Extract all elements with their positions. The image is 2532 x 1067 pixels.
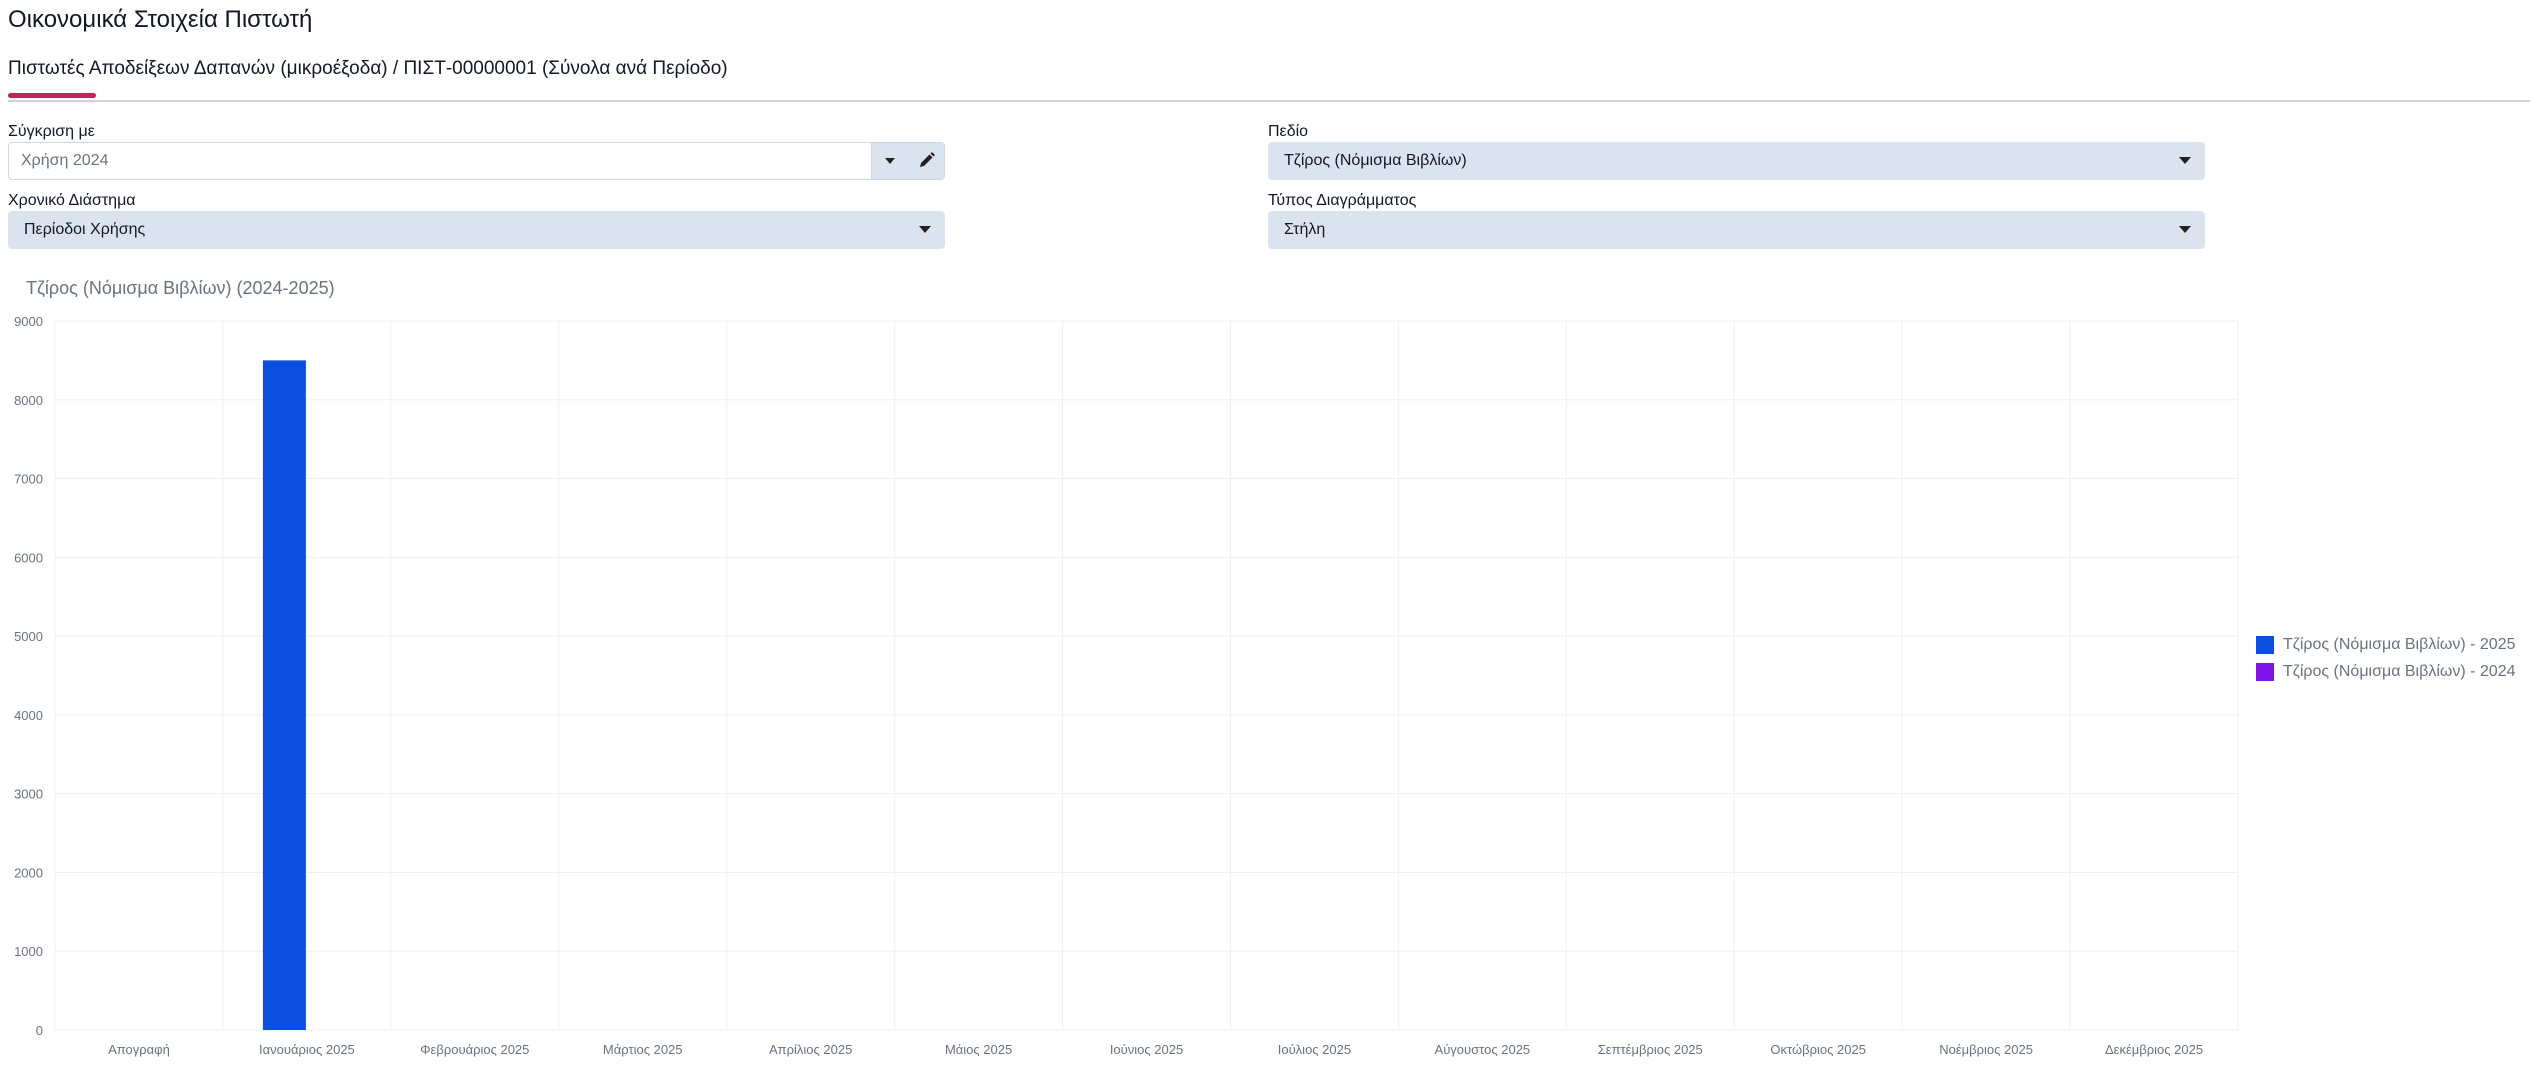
chevron-down-icon xyxy=(2179,226,2191,233)
period-label: Χρονικό Διάστημα xyxy=(8,192,136,209)
x-tick-label: Αύγουστος 2025 xyxy=(1435,1042,1531,1057)
chart-type-select[interactable]: Στήλη xyxy=(1268,211,2205,249)
compare-input[interactable] xyxy=(9,143,869,179)
legend-label-2025: Τζίρος (Νόμισμα Βιβλίων) - 2025 xyxy=(2283,636,2516,653)
compare-edit-button[interactable] xyxy=(908,143,944,179)
pencil-icon xyxy=(920,152,935,167)
active-tab-indicator xyxy=(8,93,96,98)
y-tick-label: 9000 xyxy=(14,314,43,329)
x-tick-label: Ιούλιος 2025 xyxy=(1278,1042,1351,1057)
y-tick-label: 8000 xyxy=(14,393,43,408)
y-tick-label: 5000 xyxy=(14,629,43,644)
chart-type-label: Τύπος Διαγράμματος xyxy=(1268,192,1417,209)
x-tick-label: Ιανουάριος 2025 xyxy=(259,1042,355,1057)
x-tick-label: Φεβρουάριος 2025 xyxy=(420,1042,529,1057)
y-tick-label: 4000 xyxy=(14,708,43,723)
field-select[interactable]: Τζίρος (Νόμισμα Βιβλίων) xyxy=(1268,142,2205,180)
bar-chart: 0 1000 2000 3000 4000 5000 6000 7000 8000 9000 Απο… xyxy=(14,314,2239,1057)
x-tick-label: Μάρτιος 2025 xyxy=(603,1042,683,1057)
legend-swatch-2024 xyxy=(2256,663,2274,681)
y-tick-label: 2000 xyxy=(14,865,43,880)
x-tick-label: Σεπτέμβριος 2025 xyxy=(1598,1042,1703,1057)
y-tick-label: 3000 xyxy=(14,787,43,802)
bar-2025 xyxy=(262,360,306,1030)
field-label: Πεδίο xyxy=(1268,123,1309,140)
legend-label-2024: Τζίρος (Νόμισμα Βιβλίων) - 2024 xyxy=(2283,663,2516,680)
tab-bar: Πιστωτές Αποδείξεων Δαπανών (μικροέξοδα)… xyxy=(8,58,2530,102)
chevron-down-icon xyxy=(2179,157,2191,164)
x-tick-label: Οκτώβριος 2025 xyxy=(1770,1042,1866,1057)
period-select-value: Περίοδοι Χρήσης xyxy=(24,221,146,238)
y-tick-label: 1000 xyxy=(14,944,43,959)
compare-field[interactable] xyxy=(8,142,945,180)
chart-title: Τζίρος (Νόμισμα Βιβλίων) (2024-2025) xyxy=(26,278,335,298)
x-tick-label: Απρίλιος 2025 xyxy=(769,1042,852,1057)
x-tick-label: Μάιος 2025 xyxy=(945,1042,1012,1057)
x-tick-label: Απογραφή xyxy=(108,1042,170,1057)
compare-dropdown-button[interactable] xyxy=(871,143,908,179)
x-tick-label: Δεκέμβριος 2025 xyxy=(2105,1042,2203,1057)
chart-type-select-value: Στήλη xyxy=(1284,221,1326,238)
legend-swatch-2025 xyxy=(2256,636,2274,654)
field-select-value: Τζίρος (Νόμισμα Βιβλίων) xyxy=(1284,152,1467,169)
y-tick-label: 7000 xyxy=(14,472,43,487)
x-tick-label: Ιούνιος 2025 xyxy=(1110,1042,1183,1057)
chevron-down-icon xyxy=(919,226,931,233)
period-select[interactable]: Περίοδοι Χρήσης xyxy=(8,211,945,249)
page-title: Οικονομικά Στοιχεία Πιστωτή xyxy=(8,6,313,33)
y-tick-label: 0 xyxy=(36,1023,43,1038)
y-tick-label: 6000 xyxy=(14,550,43,565)
chevron-down-icon xyxy=(885,158,895,164)
tab-period-totals[interactable]: Πιστωτές Αποδείξεων Δαπανών (μικροέξοδα)… xyxy=(8,58,728,80)
compare-label: Σύγκριση με xyxy=(8,123,95,140)
x-tick-label: Νοέμβριος 2025 xyxy=(1939,1042,2033,1057)
